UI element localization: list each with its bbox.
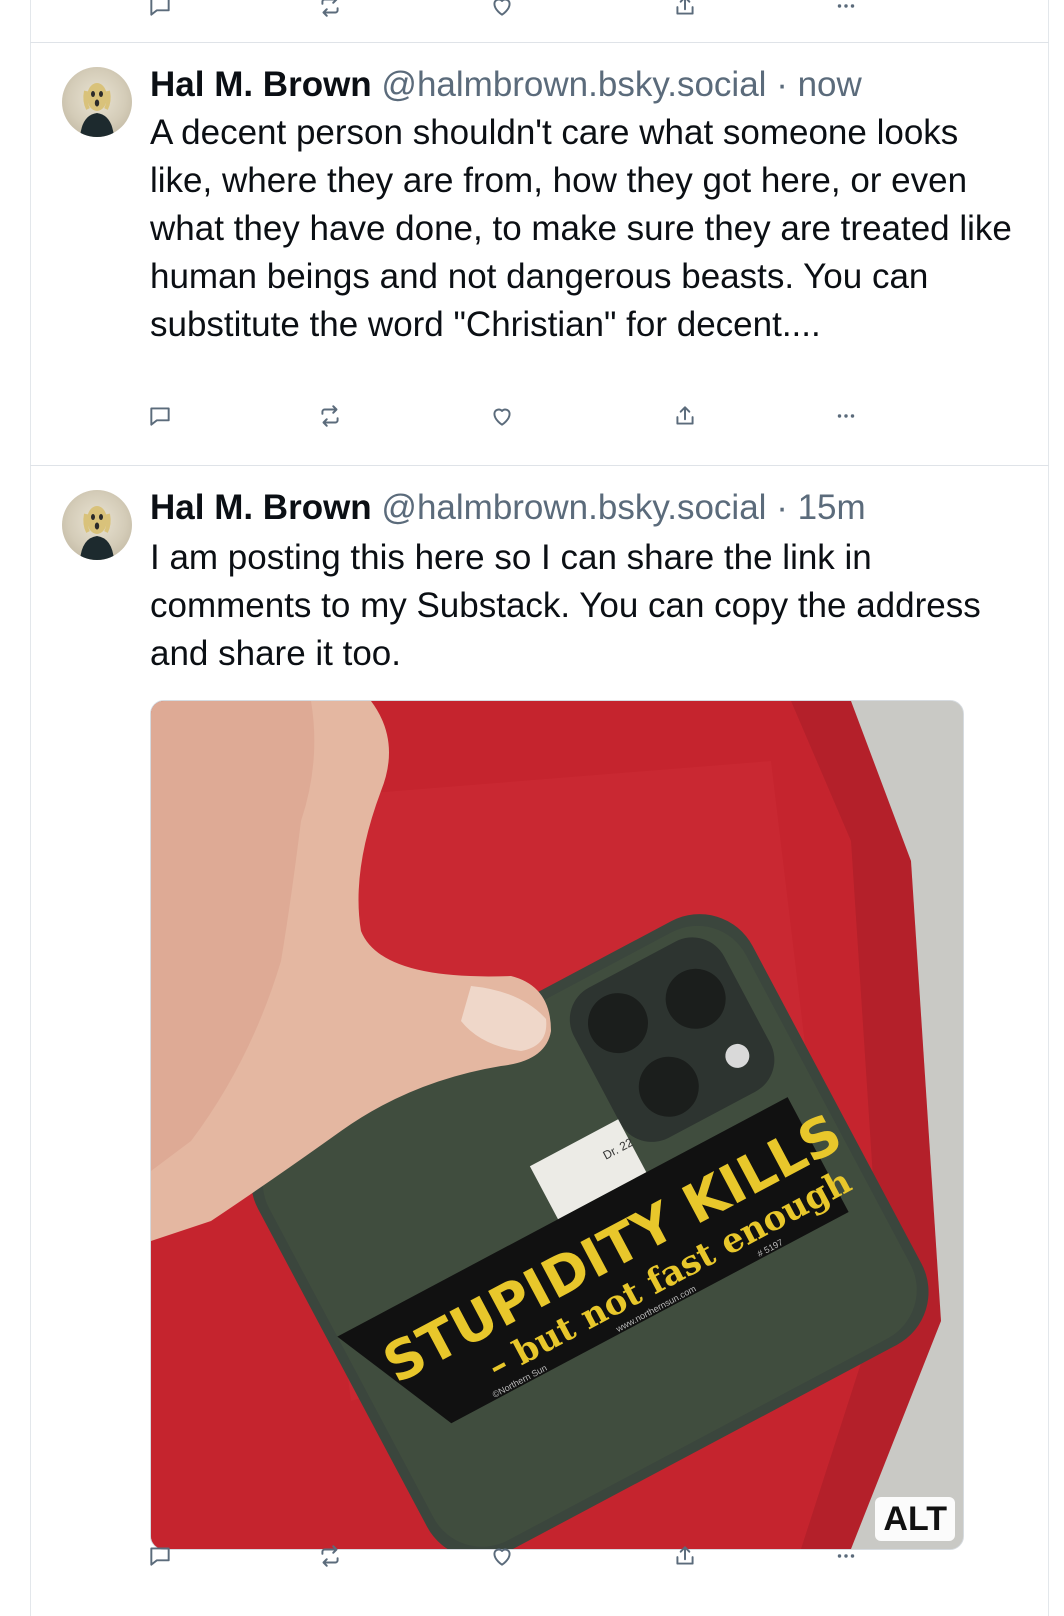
speech-bubble-icon — [150, 1547, 170, 1566]
like-button[interactable] — [482, 396, 522, 436]
reply-button[interactable] — [140, 396, 180, 436]
repost-arrows-icon — [321, 1545, 339, 1567]
reply-button[interactable] — [140, 1536, 180, 1576]
repost-button[interactable] — [310, 396, 350, 436]
heart-icon — [493, 1548, 511, 1566]
ellipsis-icon — [837, 1554, 855, 1558]
scream-figure-avatar-image — [80, 83, 114, 137]
like-button[interactable] — [482, 1536, 522, 1576]
post-action-bar — [150, 1536, 890, 1576]
author-handle[interactable]: @halmbrown.bsky.social — [381, 65, 766, 104]
more-options-button[interactable] — [826, 396, 866, 436]
post-text: I am posting this here so I can share th… — [150, 538, 981, 673]
post-item[interactable]: Hal M. Brown @halmbrown.bsky.social · 15… — [30, 466, 1049, 1616]
post-header: Hal M. Brown @halmbrown.bsky.social · no… — [150, 63, 862, 107]
heart-icon — [493, 0, 511, 16]
post-timestamp[interactable]: 15m — [798, 488, 866, 527]
phone-sticker-photo: Dr. 22 STUPIDITY KILLS – but not fast en… — [151, 701, 963, 1549]
more-options-button[interactable] — [826, 0, 866, 26]
avatar[interactable] — [62, 490, 132, 560]
speech-bubble-icon — [150, 0, 170, 16]
heart-icon — [493, 408, 511, 426]
ellipsis-icon — [837, 414, 855, 418]
alt-text-badge[interactable]: ALT — [875, 1497, 955, 1541]
share-button[interactable] — [665, 1536, 705, 1576]
like-button[interactable] — [482, 0, 522, 26]
avatar[interactable] — [62, 67, 132, 137]
post-timestamp[interactable]: now — [798, 65, 862, 104]
post-item[interactable]: Hal M. Brown @halmbrown.bsky.social · no… — [30, 43, 1049, 453]
repost-arrows-icon — [321, 405, 339, 427]
repost-button[interactable] — [310, 0, 350, 26]
scream-figure-avatar-image — [80, 506, 114, 560]
reply-button[interactable] — [140, 0, 180, 26]
share-upload-icon — [676, 0, 694, 15]
ellipsis-icon — [837, 4, 855, 8]
repost-arrows-icon — [321, 0, 339, 17]
share-upload-icon — [676, 406, 694, 425]
more-options-button[interactable] — [826, 1536, 866, 1576]
share-button[interactable] — [665, 396, 705, 436]
speech-bubble-icon — [150, 407, 170, 426]
repost-button[interactable] — [310, 1536, 350, 1576]
author-name[interactable]: Hal M. Brown — [150, 488, 372, 527]
previous-post-action-bar — [150, 0, 890, 26]
author-name[interactable]: Hal M. Brown — [150, 65, 372, 104]
author-handle[interactable]: @halmbrown.bsky.social — [381, 488, 766, 527]
meta-separator: · — [776, 65, 788, 104]
post-text: A decent person shouldn't care what some… — [150, 113, 1012, 344]
post-action-bar — [150, 396, 890, 436]
share-button[interactable] — [665, 0, 705, 26]
post-image[interactable]: Dr. 22 STUPIDITY KILLS – but not fast en… — [150, 700, 964, 1550]
share-upload-icon — [676, 1546, 694, 1565]
post-header: Hal M. Brown @halmbrown.bsky.social · 15… — [150, 486, 866, 530]
meta-separator: · — [776, 488, 788, 527]
